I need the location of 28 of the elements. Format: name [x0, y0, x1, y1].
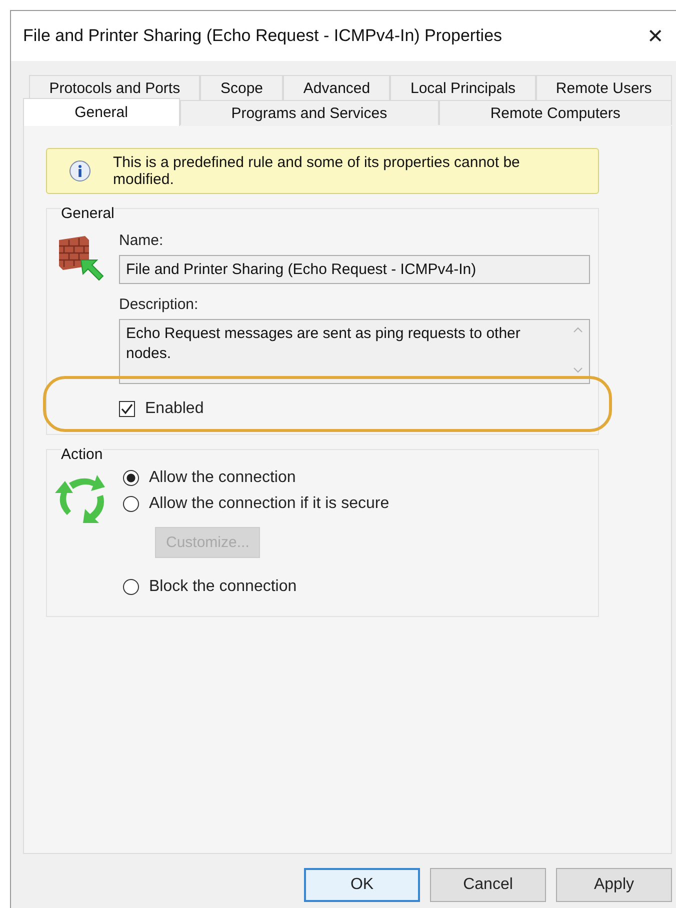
info-icon	[69, 160, 91, 182]
name-field[interactable]: File and Printer Sharing (Echo Request - ICMPv4-In)	[119, 255, 590, 284]
radio-label: Allow the connection if it is secure	[149, 495, 390, 513]
info-message: This is a predefined rule and some of its properties cannot be modified.	[113, 154, 521, 188]
radio-label: Allow the connection	[149, 469, 296, 487]
checkbox-label: Enabled	[145, 400, 204, 418]
dialog-button[interactable]: Apply	[556, 868, 672, 902]
tab[interactable]: Advanced	[283, 75, 390, 100]
radio-button[interactable]	[123, 579, 139, 595]
description-label: Description:	[119, 296, 200, 313]
radio-button[interactable]	[123, 470, 139, 486]
radio-label: Block the connection	[149, 578, 297, 596]
name-label: Name:	[119, 232, 164, 249]
close-button[interactable]: ✕	[639, 20, 672, 52]
description-text: Echo Request messages are sent as ping requests to other nodes.	[126, 324, 522, 364]
tab[interactable]: Programs and Services	[180, 100, 439, 125]
tab[interactable]: Remote Computers	[438, 100, 672, 125]
tab[interactable]: Protocols and Ports	[29, 75, 200, 100]
tab[interactable]: Local Principals	[390, 75, 536, 100]
description-field[interactable]: Echo Request messages are sent as ping requests to other nodes.	[119, 319, 590, 384]
window-title: File and Printer Sharing (Echo Request - ICMPv4-In) Properties	[23, 26, 502, 46]
radio-button[interactable]	[123, 496, 139, 512]
dialog-button[interactable]: OK	[304, 868, 420, 902]
tab[interactable]: Remote Users	[536, 75, 672, 100]
dialog-button[interactable]: Cancel	[430, 868, 546, 902]
checkbox[interactable]	[119, 401, 135, 417]
tab[interactable]: General	[23, 98, 180, 126]
tab[interactable]: Scope	[200, 75, 284, 100]
